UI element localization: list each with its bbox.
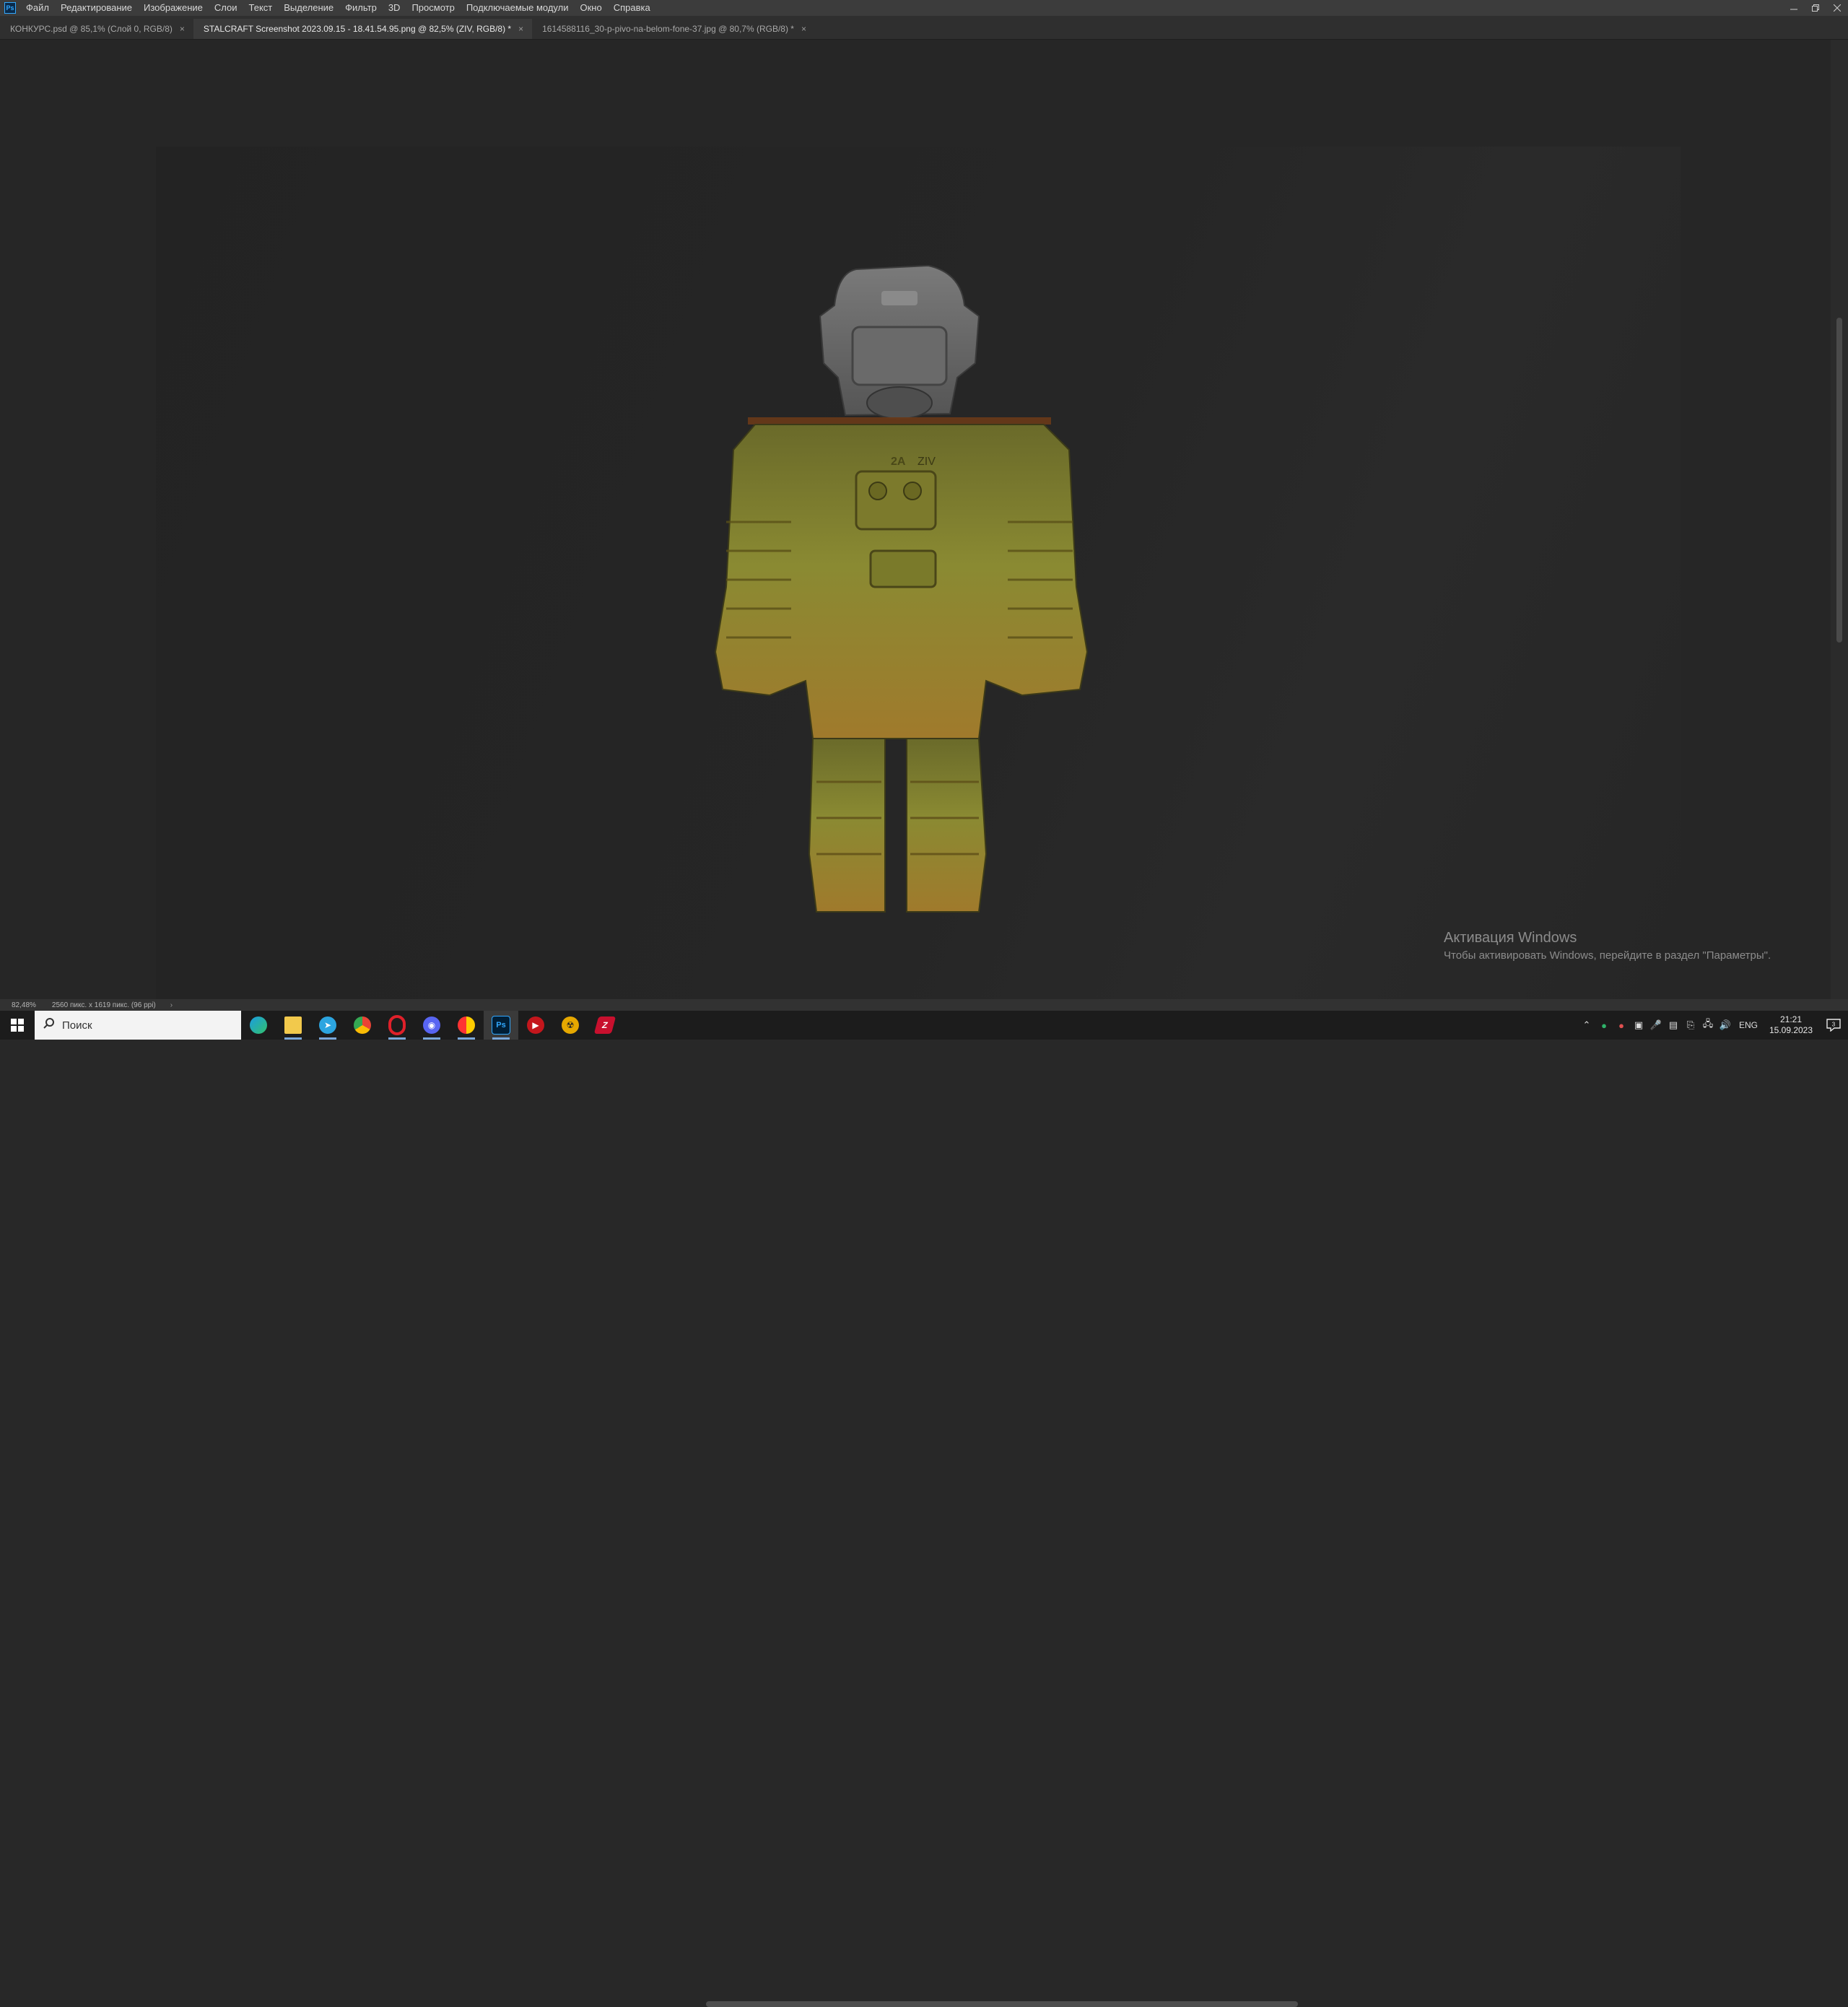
menu-view[interactable]: Просмотр	[406, 0, 460, 16]
show-hidden-icons-chevron-icon[interactable]: ⌃	[1578, 1019, 1595, 1031]
vertical-scroll-thumb[interactable]	[1836, 318, 1842, 643]
taskbar-app-edge[interactable]	[241, 1011, 276, 1040]
notification-count: 3	[1832, 1022, 1836, 1028]
network-icon[interactable]: 🖧	[1699, 1017, 1717, 1033]
horizontal-scroll-thumb[interactable]	[706, 2001, 1298, 2007]
menu-image[interactable]: Изображение	[138, 0, 209, 16]
telegram-icon: ➤	[319, 1016, 336, 1034]
menu-file[interactable]: Файл	[20, 0, 55, 16]
taskbar-app-video-player[interactable]: ▶	[518, 1011, 553, 1040]
menu-edit[interactable]: Редактирование	[55, 0, 138, 16]
tab-label: STALCRAFT Screenshot 2023.09.15 - 18.41.…	[203, 24, 512, 34]
search-placeholder: Поиск	[62, 1019, 92, 1032]
folder-icon	[284, 1016, 302, 1034]
windows-activation-watermark: Активация Windows Чтобы активировать Win…	[1444, 930, 1771, 962]
photoshop-logo-icon[interactable]: Ps	[4, 2, 16, 14]
document-canvas[interactable]: ZIV 2A	[156, 147, 1681, 1036]
minimize-icon[interactable]	[1783, 0, 1805, 16]
tray-app-icon[interactable]: ▤	[1665, 1019, 1682, 1031]
tray-app-icon[interactable]: ⎘	[1682, 1019, 1699, 1031]
suit-marking-number: 2A	[891, 456, 906, 468]
stalcraft-icon: Z	[593, 1016, 616, 1034]
yandex-icon	[458, 1016, 475, 1034]
close-icon[interactable]	[1826, 0, 1848, 16]
tab-konkurs[interactable]: КОНКУРС.psd @ 85,1% (Слой 0, RGB/8) ×	[0, 19, 193, 39]
menu-layers[interactable]: Слои	[209, 0, 243, 16]
volume-icon[interactable]: 🔊	[1717, 1019, 1734, 1031]
workspace[interactable]: ZIV 2A	[0, 40, 1831, 1036]
menu-window[interactable]: Окно	[574, 0, 607, 16]
status-bar: 82,48% 2560 пикс. x 1619 пикс. (96 ppi) …	[0, 999, 1848, 2007]
system-tray: ⌃ ● ● ▣ 🎤 ▤ ⎘ 🖧 🔊 ENG 21:21 15.09.2023 3	[1578, 1011, 1848, 1040]
tray-app-icon[interactable]: ▣	[1630, 1019, 1647, 1031]
tab-label: 1614588116_30-p-pivo-na-belom-fone-37.jp…	[542, 24, 794, 34]
clock[interactable]: 21:21 15.09.2023	[1763, 1014, 1819, 1036]
tab-close-icon[interactable]: ×	[518, 24, 523, 34]
menu-plugins[interactable]: Подключаемые модули	[461, 0, 575, 16]
opera-icon	[388, 1015, 406, 1035]
tray-app-icon[interactable]: ●	[1613, 1020, 1630, 1031]
taskbar-app-yandex[interactable]	[449, 1011, 484, 1040]
discord-icon: ◉	[423, 1016, 440, 1034]
tab-close-icon[interactable]: ×	[180, 24, 185, 34]
document-tab-bar: КОНКУРС.psd @ 85,1% (Слой 0, RGB/8) × ST…	[0, 16, 1848, 40]
tab-close-icon[interactable]: ×	[801, 24, 806, 34]
photoshop-icon: Ps	[492, 1016, 510, 1035]
vertical-scrollbar[interactable]	[1831, 40, 1848, 999]
armored-suit-image: ZIV 2A	[714, 264, 1089, 913]
taskbar-app-radiation-game[interactable]: ☢	[553, 1011, 588, 1040]
windows-start-icon[interactable]	[0, 1011, 35, 1040]
play-icon: ▶	[527, 1016, 544, 1034]
tab-pivo-image[interactable]: 1614588116_30-p-pivo-na-belom-fone-37.jp…	[532, 19, 815, 39]
taskbar-app-discord[interactable]: ◉	[414, 1011, 449, 1040]
zoom-level[interactable]: 82,48%	[0, 1001, 42, 1009]
windows-taskbar: Поиск ➤ ◉ Ps ▶ ☢ Z ⌃ ● ● ▣ 🎤 ▤ ⎘ 🖧 🔊 ENG…	[0, 1011, 1848, 1040]
chrome-icon	[354, 1016, 371, 1034]
taskbar-app-chrome[interactable]	[345, 1011, 380, 1040]
document-info: 2560 пикс. x 1619 пикс. (96 ppi)	[51, 1001, 156, 1009]
window-controls	[1783, 0, 1848, 16]
taskbar-app-stalcraft[interactable]: Z	[588, 1011, 622, 1040]
language-indicator[interactable]: ENG	[1734, 1020, 1763, 1030]
notification-center-icon[interactable]: 3	[1819, 1019, 1848, 1032]
taskbar-app-photoshop[interactable]: Ps	[484, 1011, 518, 1040]
taskbar-app-telegram[interactable]: ➤	[310, 1011, 345, 1040]
menu-3d[interactable]: 3D	[383, 0, 406, 16]
microphone-icon[interactable]: 🎤	[1647, 1019, 1665, 1031]
edge-icon	[250, 1016, 267, 1034]
suit-marking-ziv: ZIV	[918, 456, 936, 468]
menu-filter[interactable]: Фильтр	[339, 0, 383, 16]
clock-time: 21:21	[1779, 1014, 1803, 1024]
restore-icon[interactable]	[1805, 0, 1826, 16]
tray-app-icon[interactable]: ●	[1595, 1020, 1613, 1031]
menu-select[interactable]: Выделение	[278, 0, 339, 16]
clock-date: 15.09.2023	[1769, 1025, 1813, 1035]
taskbar-search-box[interactable]: Поиск	[35, 1011, 241, 1040]
activation-subtitle: Чтобы активировать Windows, перейдите в …	[1444, 949, 1771, 962]
menu-bar: Ps Файл Редактирование Изображение Слои …	[0, 0, 1848, 16]
status-menu-arrow-icon[interactable]: ›	[166, 1001, 177, 1009]
taskbar-app-file-explorer[interactable]	[276, 1011, 310, 1040]
activation-title: Активация Windows	[1444, 930, 1577, 946]
tab-stalcraft-screenshot[interactable]: STALCRAFT Screenshot 2023.09.15 - 18.41.…	[193, 19, 533, 39]
taskbar-app-opera[interactable]	[380, 1011, 414, 1040]
menu-help[interactable]: Справка	[608, 0, 656, 16]
search-icon	[43, 1017, 55, 1033]
menu-type[interactable]: Текст	[243, 0, 279, 16]
radiation-icon: ☢	[562, 1016, 579, 1034]
tab-label: КОНКУРС.psd @ 85,1% (Слой 0, RGB/8)	[10, 24, 173, 34]
